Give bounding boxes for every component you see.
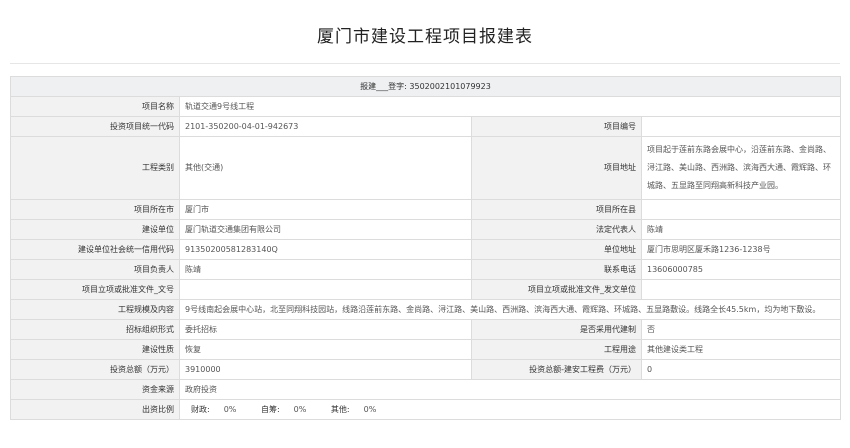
table-row: 工程规模及内容 9号线南起会展中心站，北至同翔科技园站，线路沿莲前东路、金尚路、… xyxy=(10,299,841,320)
value-approval-doc xyxy=(179,279,472,300)
label-legal-rep: 法定代表人 xyxy=(471,219,642,240)
label-approval-unit: 项目立项或批准文件_发文单位 xyxy=(471,279,642,300)
table-row: 项目负责人 陈靖 联系电话 13606000785 xyxy=(10,259,841,280)
value-credit-code: 91350200581283140Q xyxy=(179,239,472,260)
value-approval-unit xyxy=(641,279,841,300)
value-tender-form: 委托招标 xyxy=(179,319,472,340)
ratio-self: 自筹: 0% xyxy=(261,404,306,416)
value-builder: 厦门轨道交通集团有限公司 xyxy=(179,219,472,240)
value-funding: 政府投资 xyxy=(179,379,841,400)
value-legal-rep: 陈靖 xyxy=(641,219,841,240)
value-nature: 恢复 xyxy=(179,339,472,360)
value-project-no xyxy=(641,116,841,137)
value-invest-code: 2101-350200-04-01-942673 xyxy=(179,116,472,137)
value-phone: 13606000785 xyxy=(641,259,841,280)
label-project-no: 项目编号 xyxy=(471,116,642,137)
table-row: 投资项目统一代码 2101-350200-04-01-942673 项目编号 xyxy=(10,116,841,137)
title-divider xyxy=(10,63,840,64)
label-agent-build: 是否采用代建制 xyxy=(471,319,642,340)
label-phone: 联系电话 xyxy=(471,259,642,280)
label-scale: 工程规模及内容 xyxy=(10,299,180,320)
ratio-other: 其他: 0% xyxy=(331,404,376,416)
value-total-invest: 3910000 xyxy=(179,359,472,380)
value-ratio: 财政: 0% 自筹: 0% 其他: 0% xyxy=(179,399,841,420)
value-county xyxy=(641,199,841,220)
value-install-cost: 0 xyxy=(641,359,841,380)
ratio-self-label: 自筹: xyxy=(260,404,280,414)
label-install-cost: 投资总额-建安工程费（万元） xyxy=(471,359,642,380)
table-row: 资金来源 政府投资 xyxy=(10,379,841,400)
value-usage: 其他建设类工程 xyxy=(641,339,841,360)
table-row: 项目立项或批准文件_文号 项目立项或批准文件_发文单位 xyxy=(10,279,841,300)
label-category: 工程类别 xyxy=(10,136,180,200)
table-row: 投资总额（万元） 3910000 投资总额-建安工程费（万元） 0 xyxy=(10,359,841,380)
label-city: 项目所在市 xyxy=(10,199,180,220)
label-approval-doc: 项目立项或批准文件_文号 xyxy=(10,279,180,300)
registration-number: 报建___登字: 3502002101079923 xyxy=(10,76,841,97)
ratio-other-value: 0% xyxy=(363,404,377,414)
label-credit-code: 建设单位社会统一信用代码 xyxy=(10,239,180,260)
label-unit-address: 单位地址 xyxy=(471,239,642,260)
label-total-invest: 投资总额（万元） xyxy=(10,359,180,380)
label-project-name: 项目名称 xyxy=(10,96,180,117)
table-header-row: 报建___登字: 3502002101079923 xyxy=(10,76,841,97)
label-nature: 建设性质 xyxy=(10,339,180,360)
table-row: 项目所在市 厦门市 项目所在县 xyxy=(10,199,841,220)
table-row: 项目名称 轨道交通9号线工程 xyxy=(10,96,841,117)
ratio-fiscal-label: 财政: xyxy=(191,404,210,414)
table-row: 建设单位社会统一信用代码 91350200581283140Q 单位地址 厦门市… xyxy=(10,239,841,260)
funding-ratio-group: 财政: 0% 自筹: 0% 其他: 0% xyxy=(191,404,398,416)
label-funding: 资金来源 xyxy=(10,379,180,400)
table-row: 建设单位 厦门轨道交通集团有限公司 法定代表人 陈靖 xyxy=(10,219,841,240)
value-unit-address: 厦门市思明区厦禾路1236-1238号 xyxy=(641,239,841,260)
table-row: 工程类别 其他(交通) 项目地址 项目起于莲前东路会展中心，沿莲前东路、金尚路、… xyxy=(10,136,841,200)
value-project-name: 轨道交通9号线工程 xyxy=(179,96,841,117)
label-builder: 建设单位 xyxy=(10,219,180,240)
project-registration-table: 报建___登字: 3502002101079923 项目名称 轨道交通9号线工程… xyxy=(10,76,841,420)
value-address: 项目起于莲前东路会展中心，沿莲前东路、金尚路、浔江路、美山路、西洲路、滨海西大通… xyxy=(641,136,841,200)
value-city: 厦门市 xyxy=(179,199,472,220)
label-ratio: 出资比例 xyxy=(10,399,180,420)
label-project-lead: 项目负责人 xyxy=(10,259,180,280)
ratio-fiscal: 财政: 0% xyxy=(191,404,236,416)
table-row: 出资比例 财政: 0% 自筹: 0% 其他: 0% xyxy=(10,399,841,420)
ratio-fiscal-value: 0% xyxy=(223,404,237,414)
value-project-lead: 陈靖 xyxy=(179,259,472,280)
ratio-other-label: 其他: xyxy=(330,404,350,414)
label-address: 项目地址 xyxy=(471,136,642,200)
table-row: 建设性质 恢复 工程用途 其他建设类工程 xyxy=(10,339,841,360)
label-usage: 工程用途 xyxy=(471,339,642,360)
value-scale: 9号线南起会展中心站，北至同翔科技园站，线路沿莲前东路、金尚路、浔江路、美山路、… xyxy=(179,299,841,320)
label-tender-form: 招标组织形式 xyxy=(10,319,180,340)
ratio-self-value: 0% xyxy=(293,404,307,414)
label-county: 项目所在县 xyxy=(471,199,642,220)
page-title: 厦门市建设工程项目报建表 xyxy=(317,27,533,47)
value-category: 其他(交通) xyxy=(179,136,472,200)
table-row: 招标组织形式 委托招标 是否采用代建制 否 xyxy=(10,319,841,340)
label-invest-code: 投资项目统一代码 xyxy=(10,116,180,137)
value-agent-build: 否 xyxy=(641,319,841,340)
